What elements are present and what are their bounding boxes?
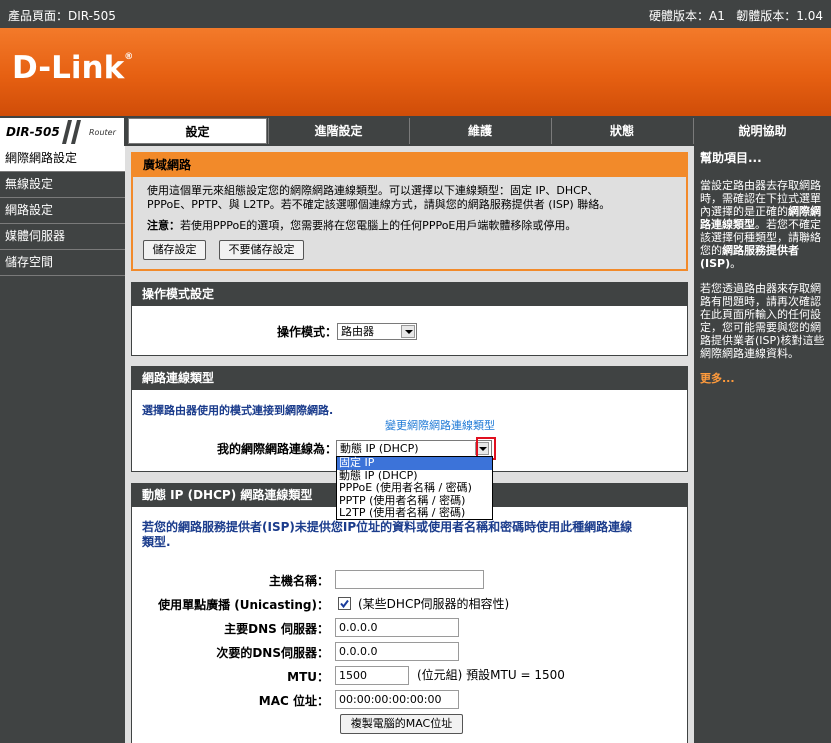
model-subtitle: Router (89, 128, 116, 137)
wan-desc-1: 使用這個單元來組態設定您的網際網路連線類型。可以選擇以下連線類型：固定 IP、D… (147, 184, 599, 197)
help-title: 幫助項目... (700, 151, 762, 165)
tab-maintenance[interactable]: 維護 (409, 118, 550, 144)
conn-type-dropdown-list: 固定 IP 動態 IP (DHCP) PPPoE (使用者名稱 / 密碼) PP… (336, 456, 493, 520)
conn-label: 我的網際網路連線為： (216, 442, 337, 456)
sidebar: 網際網路設定 無線設定 網路設定 媒體伺服器 儲存空間 (0, 146, 125, 743)
option-pppoe[interactable]: PPPoE (使用者名稱 / 密碼) (337, 482, 492, 495)
wan-title: 廣域網路 (133, 154, 686, 177)
chevron-down-icon (401, 325, 415, 338)
sidebar-item-media-server[interactable]: 媒體伺服器 (0, 224, 125, 250)
conn-type-select[interactable]: 動態 IP (DHCP) (336, 440, 492, 457)
sidebar-item-internet[interactable]: 網際網路設定 (0, 146, 125, 172)
mode-title: 操作模式設定 (132, 283, 687, 306)
check-icon (340, 599, 349, 609)
unicast-checkbox[interactable] (338, 597, 351, 610)
dns1-label: 主要DNS 伺服器： (224, 622, 329, 636)
host-name-input[interactable] (335, 570, 484, 589)
product-page-label: 產品頁面：DIR-505 (8, 9, 116, 23)
top-info-bar: 產品頁面：DIR-505 硬體版本：A1 韌體版本：1.04 (0, 0, 831, 28)
mtu-label: MTU： (287, 670, 329, 684)
model-badge: DIR-505 Router (0, 118, 125, 146)
sidebar-item-storage[interactable]: 儲存空間 (0, 250, 125, 276)
unicast-note: (某些DHCP伺服器的相容性) (358, 597, 510, 611)
mode-label: 操作模式： (276, 325, 337, 339)
wan-note: 注意：若使用PPPoE的選項，您需要將在您電腦上的任何PPPoE用戶端軟體移除或… (147, 219, 577, 232)
dns1-input[interactable]: 0.0.0.0 (335, 618, 459, 637)
mode-panel: 操作模式設定 操作模式： 路由器 (131, 282, 688, 356)
help-paragraph-1: 當設定路由器去存取網路時，需確認在下拉式選單內選擇的是正確的網際網路連線類型。若… (700, 179, 821, 270)
model-name: DIR-505 (6, 125, 60, 139)
host-name-label: 主機名稱： (268, 574, 329, 588)
unicast-label: 使用單點廣播 (Unicasting)： (158, 598, 329, 612)
conn-title: 網路連線類型 (132, 367, 687, 390)
change-conn-type-link[interactable]: 變更網際網路連線類型 (385, 419, 495, 433)
brand-banner: D-Link® (0, 28, 831, 116)
dns2-label: 次要的DNS伺服器： (216, 646, 329, 660)
wan-desc-2: PPPoE、PPTP、與 L2TP。若不確定該選哪個連線方式，請與您的網路服務提… (147, 198, 611, 211)
conn-desc: 選擇路由器使用的模式連接到網際網路. (142, 404, 334, 417)
mac-label: MAC 位址： (258, 694, 329, 708)
help-paragraph-2: 若您透過路由器來存取網路有問題時，請再次確認在此頁面所輸入的任何設定，您可能需要… (700, 282, 825, 360)
dhcp-desc-1: 若您的網路服務提供者(ISP)未提供您IP位址的資料或使用者名稱和密碼時使用此種… (142, 520, 633, 534)
option-l2tp[interactable]: L2TP (使用者名稱 / 密碼) (337, 507, 492, 520)
mode-select[interactable]: 路由器 (337, 323, 417, 340)
model-slash-icon (62, 120, 81, 144)
sidebar-item-network[interactable]: 網路設定 (0, 198, 125, 224)
option-static-ip[interactable]: 固定 IP (337, 456, 492, 470)
mtu-input[interactable]: 1500 (335, 666, 409, 685)
wan-panel: 廣域網路 使用這個單元來組態設定您的網際網路連線類型。可以選擇以下連線類型：固定… (131, 152, 688, 271)
dlink-logo: D-Link® (12, 50, 134, 86)
tab-advanced[interactable]: 進階設定 (268, 118, 408, 144)
sidebar-item-wireless[interactable]: 無線設定 (0, 172, 125, 198)
tab-help[interactable]: 說明協助 (693, 118, 831, 144)
main-content: 廣域網路 使用這個單元來組態設定您的網際網路連線類型。可以選擇以下連線類型：固定… (125, 146, 694, 743)
mac-input[interactable]: 00:00:00:00:00:00 (335, 690, 459, 709)
save-settings-button[interactable]: 儲存設定 (143, 240, 206, 260)
dont-save-settings-button[interactable]: 不要儲存設定 (219, 240, 304, 260)
help-panel: 幫助項目... 當設定路由器去存取網路時，需確認在下拉式選單內選擇的是正確的網際… (694, 146, 831, 743)
mtu-note: (位元組) 預設MTU = 1500 (417, 668, 565, 682)
dns2-input[interactable]: 0.0.0.0 (335, 642, 459, 661)
version-label: 硬體版本：A1 韌體版本：1.04 (648, 9, 823, 23)
help-more-link[interactable]: 更多... (700, 372, 825, 385)
tab-status[interactable]: 狀態 (551, 118, 692, 144)
dhcp-panel: 動態 IP (DHCP) 網路連線類型 若您的網路服務提供者(ISP)未提供您I… (131, 483, 688, 743)
tab-setup[interactable]: 設定 (128, 118, 267, 144)
dhcp-desc-2: 類型. (142, 535, 171, 549)
clone-mac-button[interactable]: 複製電腦的MAC位址 (340, 714, 463, 734)
